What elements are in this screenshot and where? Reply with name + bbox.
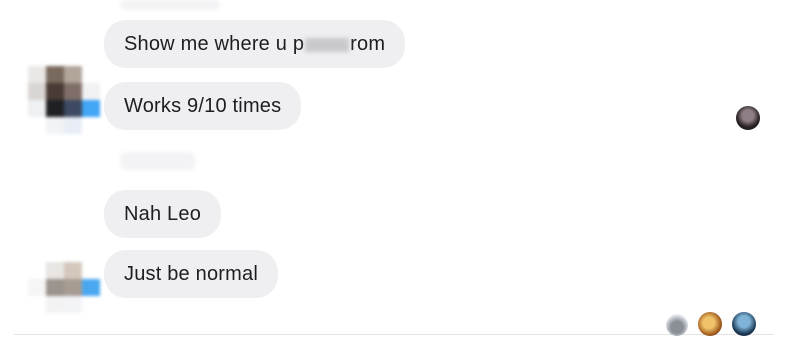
read-receipt-avatar — [666, 314, 688, 336]
message-text-end: rom — [350, 33, 386, 55]
divider — [14, 334, 774, 335]
read-receipt-avatar — [698, 312, 722, 336]
message-text: Works 9/10 times — [124, 95, 282, 117]
message-text: Nah Leo — [124, 203, 202, 225]
message-bubble[interactable]: Just be normal — [104, 250, 278, 298]
blurred-sender-name-top — [120, 0, 220, 10]
read-receipt-avatar — [736, 106, 760, 130]
message-bubble[interactable]: Nah Leo — [104, 190, 222, 238]
read-receipt-avatar — [732, 312, 756, 336]
sender-avatar-pixelated[interactable] — [28, 66, 100, 134]
blurred-sender-name-middle — [120, 152, 195, 170]
message-bubble[interactable]: Works 9/10 times — [104, 82, 302, 130]
message-text-start: Show me where u p — [124, 33, 305, 55]
message-text: Just be normal — [124, 263, 258, 285]
message-bubble[interactable]: Show me where u p rom — [104, 20, 406, 68]
censored-text — [305, 37, 350, 52]
sender-avatar-pixelated[interactable] — [28, 262, 100, 313]
